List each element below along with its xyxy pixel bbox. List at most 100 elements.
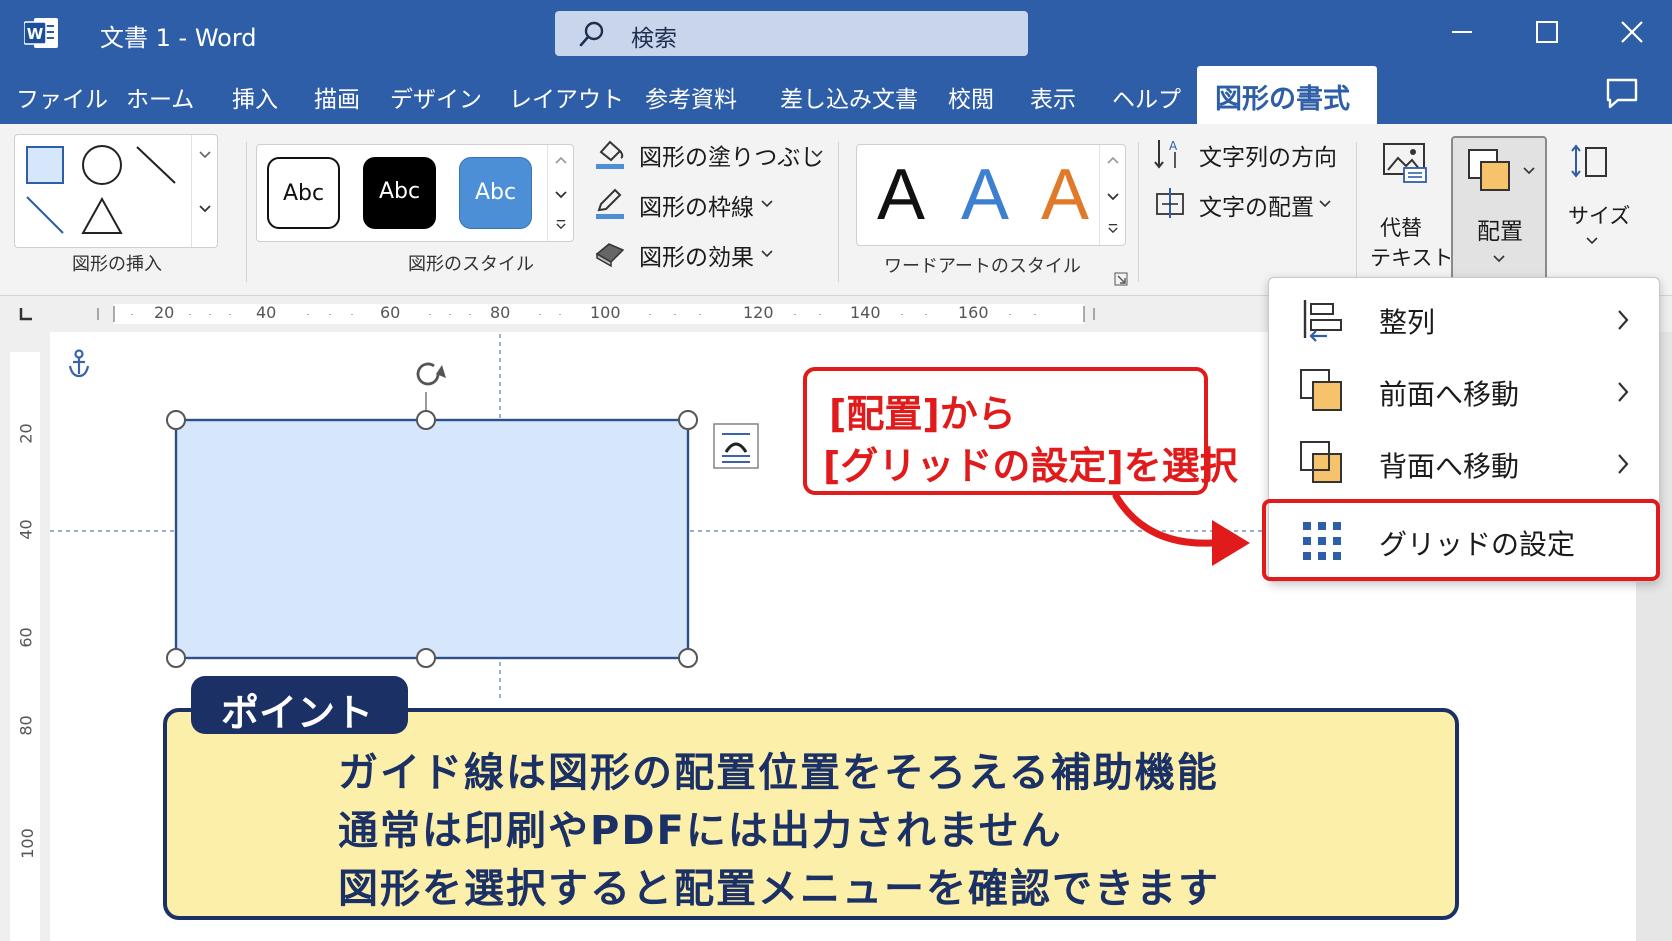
group-label-insert-shapes: 図形の挿入 xyxy=(72,254,162,275)
svg-text:W: W xyxy=(27,25,44,43)
point-tag: ポイント xyxy=(191,676,408,735)
maximize-icon xyxy=(1536,21,1558,43)
tab-shape-format-label: 図形の書式 xyxy=(1215,84,1350,115)
menu-item-align-label: 整列 xyxy=(1379,306,1436,339)
text-direction-label: 文字列の方向 xyxy=(1199,145,1337,171)
close-icon xyxy=(1621,21,1643,43)
text-align-label: 文字の配置 xyxy=(1199,195,1314,221)
tab-help[interactable]: ヘルプ xyxy=(1112,80,1181,114)
shape-effects-icon xyxy=(595,243,625,268)
wordart-gallery[interactable]: A A A xyxy=(856,144,1126,246)
resize-handle[interactable] xyxy=(416,648,436,668)
tab-draw[interactable]: 描画 xyxy=(314,80,360,114)
text-align-icon xyxy=(1156,188,1184,218)
chevron-up-icon xyxy=(1107,156,1119,164)
shapes-gallery-scroll[interactable] xyxy=(191,135,217,247)
comment-icon[interactable] xyxy=(1604,76,1640,112)
wordart-scroll[interactable] xyxy=(1099,145,1125,245)
callout-line-1: [配置]から xyxy=(829,392,1016,436)
point-line-2: 通常は印刷やPDFには出力されません xyxy=(338,808,1063,854)
wordart-blue[interactable]: A xyxy=(961,155,1009,235)
search-box[interactable]: 検索 xyxy=(555,11,1028,56)
style-preset-blue[interactable]: Abc xyxy=(459,157,532,229)
vertical-ruler[interactable]: 20 40 60 80 100 xyxy=(0,332,50,941)
tab-mailings[interactable]: 差し込み文書 xyxy=(780,80,918,114)
tab-view[interactable]: 表示 xyxy=(1030,80,1076,114)
close-button[interactable] xyxy=(1610,12,1654,52)
left-tab-icon xyxy=(19,308,32,321)
tab-home[interactable]: ホーム xyxy=(126,80,194,114)
arrange-label: 配置 xyxy=(1477,219,1523,245)
layout-options-button[interactable] xyxy=(713,423,759,469)
group-label-wordart-styles: ワードアートのスタイル xyxy=(884,256,1081,277)
style-preset-black[interactable]: Abc xyxy=(363,157,436,229)
wordart-orange[interactable]: A xyxy=(1041,155,1089,235)
alt-text-label-1: 代替 xyxy=(1380,216,1422,240)
oval-shape-icon[interactable] xyxy=(82,145,122,185)
shape-effects-button[interactable]: 図形の効果 xyxy=(593,236,793,272)
text-align-button[interactable]: 文字の配置 xyxy=(1153,186,1343,222)
selected-rectangle-shape[interactable] xyxy=(174,418,690,660)
menu-item-bring-forward-label: 前面へ移動 xyxy=(1379,378,1520,411)
instruction-callout: [配置]から [グリッドの設定]を選択 xyxy=(803,367,1238,495)
maximize-button[interactable] xyxy=(1525,12,1569,52)
arrange-button[interactable]: 配置 xyxy=(1451,136,1547,288)
style-preset-outline[interactable]: Abc xyxy=(267,157,340,229)
svg-text:A: A xyxy=(1169,139,1178,153)
ruler-number: 100 xyxy=(17,828,37,859)
ruler-tab-selector[interactable] xyxy=(0,296,50,332)
shape-fill-button[interactable]: 図形の塗りつぶし xyxy=(593,136,833,172)
tab-insert[interactable]: 挿入 xyxy=(232,80,278,114)
chevron-down-icon xyxy=(811,150,823,158)
tab-references[interactable]: 参考資料 xyxy=(645,80,737,114)
alt-text-icon xyxy=(1383,143,1427,183)
resize-handle[interactable] xyxy=(678,648,698,668)
dialog-launcher-icon[interactable] xyxy=(1114,272,1128,286)
chevron-down-icon xyxy=(555,191,567,199)
tab-design[interactable]: デザイン xyxy=(390,80,482,114)
chevron-down-icon xyxy=(1523,167,1535,175)
ruler-number: 20 xyxy=(16,423,36,444)
text-direction-button[interactable]: A 文字列の方向 xyxy=(1153,136,1343,172)
minimize-icon xyxy=(1452,31,1472,33)
triangle-shape-icon[interactable] xyxy=(81,196,123,234)
size-button[interactable]: サイズ xyxy=(1556,138,1630,278)
menu-item-align[interactable]: 整列 xyxy=(1269,286,1661,354)
group-label-shape-styles: 図形のスタイル xyxy=(408,254,534,275)
pen-icon xyxy=(596,188,624,219)
minimize-button[interactable] xyxy=(1440,12,1484,52)
resize-handle[interactable] xyxy=(166,648,186,668)
tab-layout[interactable]: レイアウト xyxy=(509,80,624,114)
tab-shape-format[interactable]: 図形の書式 xyxy=(1197,66,1377,124)
arrow-line-shape-icon[interactable] xyxy=(26,196,64,234)
size-label: サイズ xyxy=(1568,204,1631,228)
tab-file[interactable]: ファイル xyxy=(16,80,108,114)
shapes-gallery[interactable] xyxy=(14,134,218,248)
rectangle-shape-icon[interactable] xyxy=(26,146,64,184)
grid-settings-highlight xyxy=(1262,499,1660,581)
shape-styles-scroll[interactable] xyxy=(547,145,573,241)
alt-text-button[interactable]: 代替 テキスト xyxy=(1366,138,1453,278)
more-icon xyxy=(1108,224,1118,233)
menu-item-bring-forward[interactable]: 前面へ移動 xyxy=(1269,358,1661,426)
line-shape-icon[interactable] xyxy=(136,146,176,184)
wordart-black[interactable]: A xyxy=(877,155,925,235)
chevron-down-icon xyxy=(1319,200,1331,208)
group-separator xyxy=(246,142,247,282)
chevron-down-icon xyxy=(1107,193,1119,201)
word-logo-icon: W xyxy=(24,18,58,48)
align-icon xyxy=(1303,300,1342,342)
menu-item-send-backward[interactable]: 背面へ移動 xyxy=(1269,430,1661,498)
point-line-3: 図形を選択すると配置メニューを確認できます xyxy=(338,866,1220,912)
shape-outline-button[interactable]: 図形の枠線 xyxy=(593,186,793,222)
shape-styles-gallery[interactable]: Abc Abc Abc xyxy=(256,144,574,242)
alt-text-label-2: テキスト xyxy=(1370,246,1454,270)
search-placeholder: 検索 xyxy=(631,26,677,52)
resize-handle[interactable] xyxy=(416,410,436,430)
resize-handle[interactable] xyxy=(166,410,186,430)
document-title: 文書 1 - Word xyxy=(100,24,257,52)
resize-handle[interactable] xyxy=(678,410,698,430)
tab-review[interactable]: 校閲 xyxy=(948,80,994,114)
size-icon xyxy=(1571,144,1607,178)
ruler-ticks xyxy=(97,306,1095,322)
